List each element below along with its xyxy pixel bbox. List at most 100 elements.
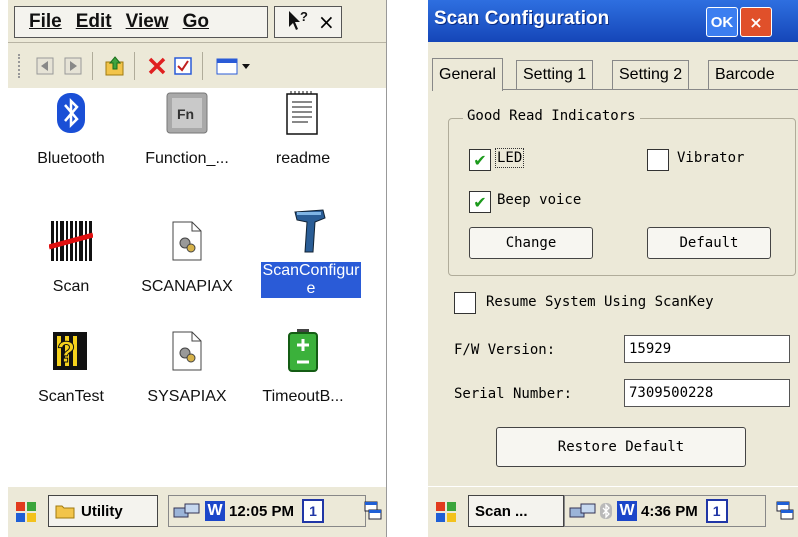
network-icon[interactable] <box>173 502 201 520</box>
file-item-label: ScanConfigur e <box>260 262 362 298</box>
svg-text:Fn: Fn <box>177 106 194 122</box>
menu-go[interactable]: Go <box>183 11 209 33</box>
file-item-bluetooth[interactable]: Bluetooth <box>16 90 126 168</box>
file-item-function[interactable]: Fn Function_... <box>132 90 242 168</box>
help-book-icon: ? <box>48 328 94 374</box>
taskbar-window-button[interactable]: Utility <box>48 495 158 527</box>
desktop-windows-icon[interactable] <box>776 501 794 525</box>
back-arrow-icon[interactable] <box>34 55 56 77</box>
taskbar-window-button[interactable]: Scan ... <box>468 495 564 527</box>
ok-button[interactable]: OK <box>706 7 738 37</box>
file-item-label: SYSAPIAX <box>147 388 227 405</box>
delete-icon[interactable] <box>146 55 168 77</box>
change-button[interactable]: Change <box>469 227 593 259</box>
selected-label-wrap: ScanConfigur e <box>248 262 374 298</box>
file-item-readme[interactable]: readme <box>248 90 358 168</box>
led-checkbox[interactable]: ✔ <box>469 149 491 171</box>
bluetooth-icon[interactable] <box>599 502 613 520</box>
document-icon <box>280 90 326 136</box>
taskbar: Utility W 12:05 PM 1 <box>8 486 386 537</box>
general-panel: Good Read Indicators ✔ LED Vibrator ✔ Be… <box>432 89 798 484</box>
restore-default-button[interactable]: Restore Default <box>496 427 746 467</box>
scanner-icon <box>288 208 334 254</box>
resume-scankey-checkbox[interactable] <box>454 292 476 314</box>
menu-view[interactable]: View <box>126 11 169 33</box>
fw-version-label: F/W Version: <box>454 342 556 358</box>
toolbar-grip[interactable] <box>18 54 24 78</box>
led-label[interactable]: LED <box>494 148 525 168</box>
clock[interactable]: 12:05 PM <box>229 503 294 520</box>
system-tray: W 4:36 PM 1 <box>564 495 766 527</box>
file-item-label: Scan <box>52 278 90 295</box>
menu-file[interactable]: File <box>29 11 62 33</box>
tab-barcode[interactable]: Barcode <box>708 60 798 89</box>
file-item-scan[interactable]: Scan <box>16 218 126 296</box>
file-list: Bluetooth Fn Function_... readme Scan SC… <box>8 88 386 488</box>
title-bar: Scan Configuration OK × <box>428 0 798 42</box>
file-item-scanapiax[interactable]: SCANAPIAX <box>132 218 242 296</box>
w-app-icon[interactable]: W <box>205 501 225 521</box>
toolbar <box>8 44 386 88</box>
input-indicator[interactable]: 1 <box>705 499 728 523</box>
up-folder-icon[interactable] <box>104 55 126 77</box>
start-flag-icon[interactable] <box>434 500 458 524</box>
svg-text:?: ? <box>300 9 308 24</box>
vibrator-checkbox[interactable] <box>647 149 669 171</box>
group-title: Good Read Indicators <box>463 108 640 124</box>
close-icon[interactable]: × <box>318 10 335 34</box>
system-tray: W 12:05 PM 1 <box>168 495 366 527</box>
menu-edit[interactable]: Edit <box>76 11 112 33</box>
beep-voice-checkbox[interactable]: ✔ <box>469 191 491 213</box>
desktop-windows-icon[interactable] <box>364 501 382 525</box>
file-item-sysapiax[interactable]: SYSAPIAX <box>132 328 242 406</box>
clock[interactable]: 4:36 PM <box>641 503 698 520</box>
file-item-label: TimeoutB... <box>262 388 344 405</box>
close-button[interactable]: × <box>740 7 772 37</box>
serial-number-label: Serial Number: <box>454 386 573 402</box>
label-line-2: e <box>306 280 316 297</box>
input-indicator[interactable]: 1 <box>302 499 325 523</box>
resume-scankey-label[interactable]: Resume System Using ScanKey <box>486 294 714 310</box>
fw-version-field[interactable]: 15929 <box>624 335 790 363</box>
file-item-label: SCANAPIAX <box>141 278 233 295</box>
gear-file-icon <box>164 218 210 264</box>
forward-arrow-icon[interactable] <box>62 55 84 77</box>
help-icon[interactable]: ? <box>287 9 311 38</box>
tab-general[interactable]: General <box>432 58 503 91</box>
taskbar-window-label: Scan ... <box>475 502 528 520</box>
file-item-scanconfigure[interactable]: ScanConfigur e <box>248 208 374 298</box>
tab-setting-1[interactable]: Setting 1 <box>516 60 594 89</box>
serial-number-field[interactable]: 7309500228 <box>624 379 790 407</box>
network-icon[interactable] <box>569 502 597 520</box>
menu-group: File Edit View Go <box>14 6 268 38</box>
beep-voice-label[interactable]: Beep voice <box>497 192 581 208</box>
default-button[interactable]: Default <box>647 227 771 259</box>
label-line-1: ScanConfigur <box>262 262 360 279</box>
tab-setting-2[interactable]: Setting 2 <box>612 60 690 89</box>
file-item-label: ScanTest <box>38 388 104 405</box>
file-item-label: readme <box>275 150 331 167</box>
w-app-icon[interactable]: W <box>617 501 637 521</box>
vibrator-label[interactable]: Vibrator <box>677 150 744 166</box>
view-menu-icon[interactable] <box>214 55 254 77</box>
file-item-timeout[interactable]: TimeoutB... <box>248 328 358 406</box>
bluetooth-icon <box>48 90 94 136</box>
file-item-label: Bluetooth <box>37 150 105 167</box>
menu-bar: File Edit View Go ? × <box>8 0 386 43</box>
folder-icon <box>55 505 75 519</box>
fn-key-icon: Fn <box>164 90 210 136</box>
barcode-icon <box>48 218 94 264</box>
svg-text:?: ? <box>57 336 75 369</box>
properties-icon[interactable] <box>172 55 194 77</box>
window-title: Scan Configuration <box>434 8 610 29</box>
gear-file-icon <box>164 328 210 374</box>
explorer-window: File Edit View Go ? × Bluetooth Fn Funct… <box>8 0 387 537</box>
toolbar-separator <box>202 52 203 80</box>
start-flag-icon[interactable] <box>14 500 38 524</box>
file-item-label: Function_... <box>145 150 229 167</box>
tab-strip: General Setting 1 Setting 2 Barcode <box>428 42 798 91</box>
good-read-indicators-group: Good Read Indicators ✔ LED Vibrator ✔ Be… <box>448 108 796 276</box>
file-item-scantest[interactable]: ? ScanTest <box>16 328 126 406</box>
taskbar-window-label: Utility <box>81 502 123 520</box>
toolbar-separator <box>92 52 93 80</box>
